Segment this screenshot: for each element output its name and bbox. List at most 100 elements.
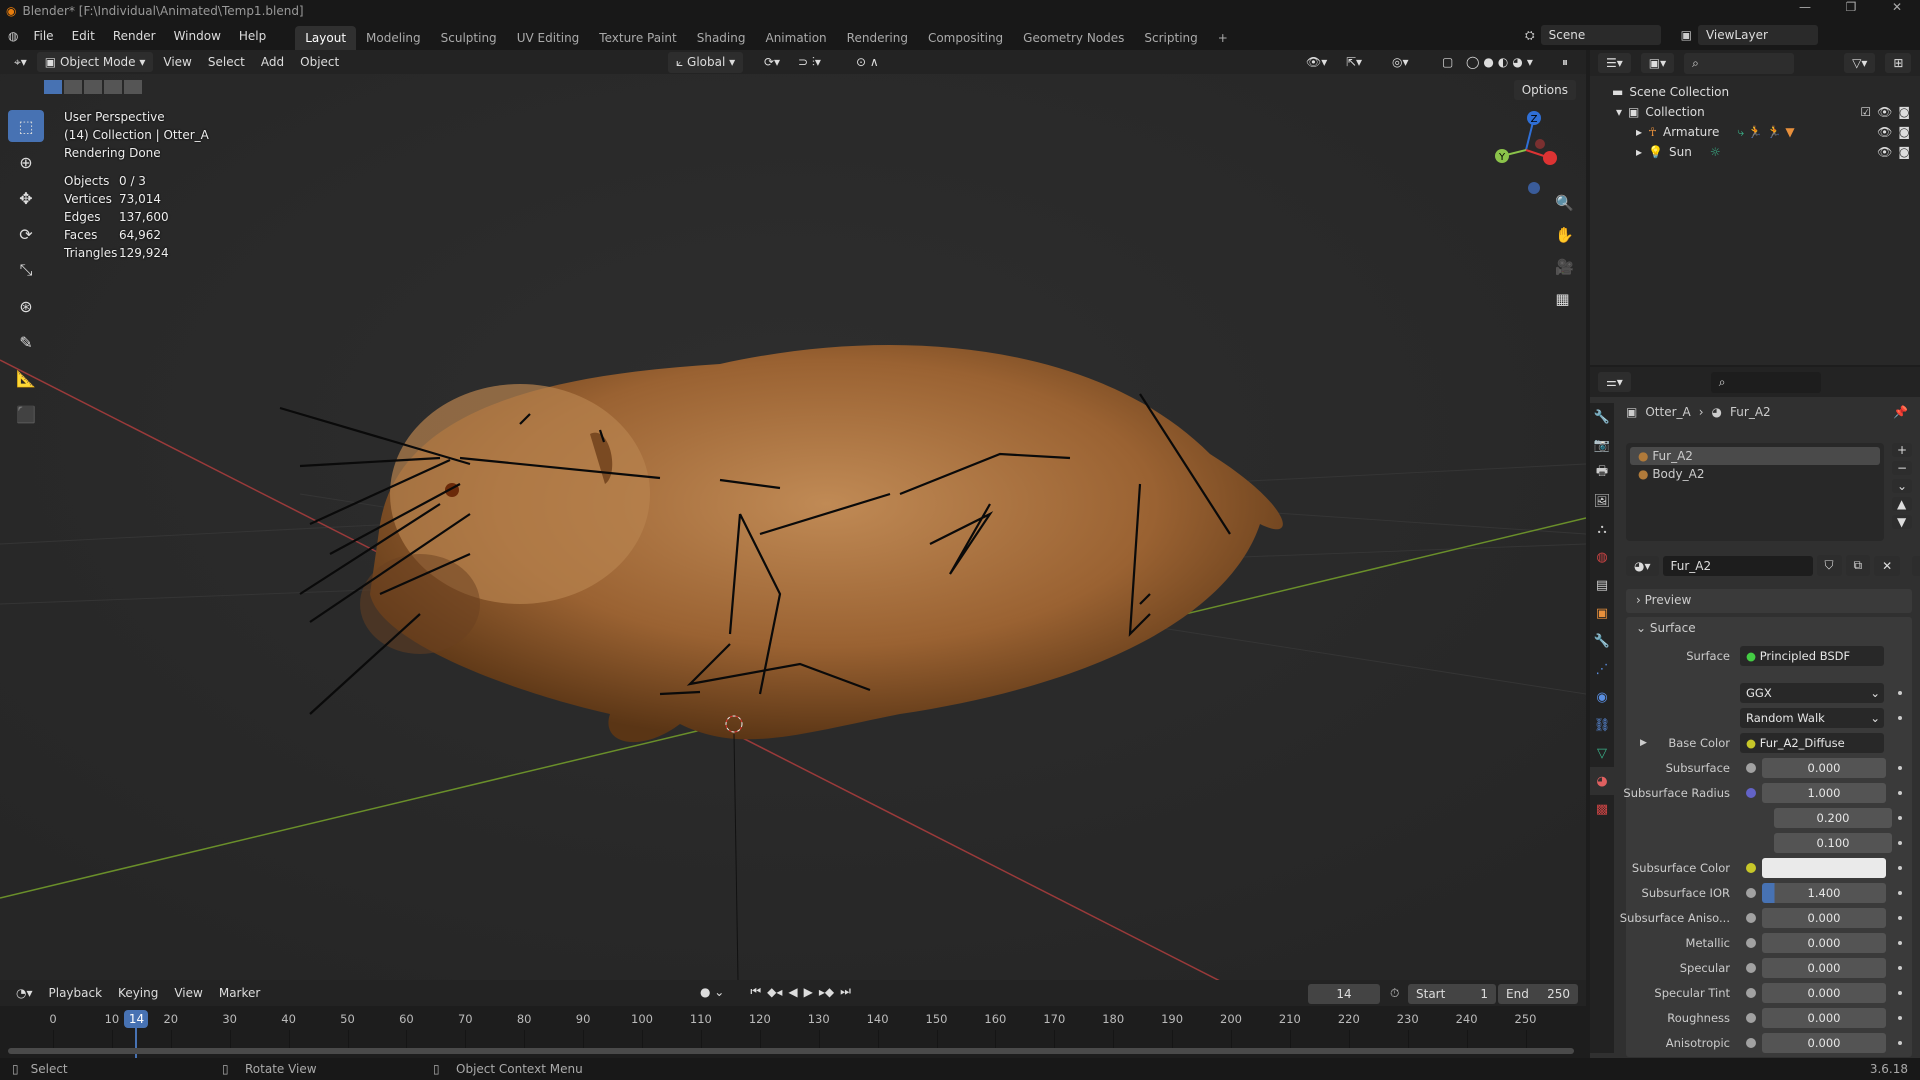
current-frame-field[interactable]: 14: [1308, 984, 1380, 1004]
property-value-field[interactable]: 0.000: [1762, 982, 1886, 1003]
render-tab[interactable]: 📷: [1590, 431, 1614, 459]
view-layer-icon[interactable]: ▣: [1681, 28, 1692, 42]
play-reverse-icon[interactable]: ◀: [788, 985, 797, 999]
outliner-search[interactable]: ⌕: [1684, 52, 1795, 74]
keyframe-dot[interactable]: [1898, 840, 1902, 845]
pause-render-icon[interactable]: ⏸: [1556, 52, 1574, 73]
property-value-field[interactable]: 0.100: [1774, 832, 1892, 853]
material-slot[interactable]: ● Body_A2: [1630, 465, 1880, 483]
menu-file[interactable]: File: [24, 29, 62, 43]
3d-viewport[interactable]: ⬚ ⊕ ✥ ⟳ ⤡ ⊛ ✎ 📐 ⬛ User Perspective (14) …: [0, 74, 1586, 980]
socket-icon[interactable]: [1746, 787, 1756, 798]
object-tab[interactable]: ▣: [1590, 599, 1614, 627]
tab-sculpting[interactable]: Sculpting: [431, 26, 507, 50]
add-slot-button[interactable]: +: [1892, 443, 1913, 457]
timeline-menu-playback[interactable]: Playback: [43, 983, 109, 1003]
view-menu[interactable]: View: [157, 52, 197, 72]
expand-icon[interactable]: ▾: [1616, 105, 1622, 119]
measure-tool[interactable]: 📐: [8, 362, 44, 394]
select-mode-buttons[interactable]: [44, 80, 142, 94]
gizmo-toggle-icon[interactable]: ⇱▾: [1340, 52, 1368, 72]
eye-icon[interactable]: 👁: [1877, 125, 1892, 139]
pivot-icon[interactable]: ⟳▾: [758, 52, 786, 72]
surface-panel-header[interactable]: ⌄ Surface: [1626, 617, 1912, 639]
property-value-field[interactable]: 0.200: [1774, 807, 1892, 828]
remove-slot-button[interactable]: −: [1892, 461, 1913, 475]
property-value-field[interactable]: 0.000: [1762, 957, 1886, 978]
keyframe-dot[interactable]: [1898, 965, 1902, 970]
maximize-button[interactable]: ❐: [1828, 0, 1874, 14]
xray-icon[interactable]: ▢: [1436, 52, 1459, 72]
unlink-material-button[interactable]: ✕: [1874, 555, 1901, 576]
base-color-field[interactable]: ● Fur_A2_Diffuse: [1740, 732, 1884, 753]
editor-type-icon[interactable]: ⚌▾: [1598, 372, 1631, 392]
outliner-armature[interactable]: ▸ ☥ Armature ⤷ 🏃 🏃 ▼ 👁 ◙: [1590, 122, 1920, 142]
orientation-selector[interactable]: ⟀ Global ▾: [668, 51, 744, 73]
socket-icon[interactable]: [1746, 887, 1756, 898]
browse-material-button[interactable]: ◕▾: [1626, 555, 1659, 576]
pin-icon[interactable]: 📌: [1893, 405, 1908, 419]
blender-menu-icon[interactable]: ◍: [8, 29, 18, 43]
play-icon[interactable]: ▶: [804, 985, 813, 999]
outliner-scene-collection[interactable]: ▬ Scene Collection: [1590, 82, 1920, 102]
minimize-button[interactable]: —: [1782, 0, 1828, 14]
property-value-field[interactable]: 1.000: [1762, 782, 1886, 803]
keyframe-dot[interactable]: [1898, 940, 1902, 945]
tab-layout[interactable]: Layout: [295, 26, 357, 50]
end-frame-field[interactable]: End 250: [1498, 984, 1578, 1004]
menu-help[interactable]: Help: [230, 29, 275, 43]
keyframe-dot[interactable]: [1898, 1040, 1902, 1045]
timeline-menu-keying[interactable]: Keying: [112, 983, 164, 1003]
options-dropdown[interactable]: Options: [1513, 80, 1576, 100]
tab-animation[interactable]: Animation: [755, 26, 836, 50]
socket-icon[interactable]: [1746, 862, 1756, 873]
subsurface-method-dropdown[interactable]: Random Walk ⌄: [1740, 707, 1884, 728]
scale-tool[interactable]: ⤡: [8, 254, 44, 286]
surface-shader-field[interactable]: ● Principled BSDF: [1740, 645, 1884, 666]
properties-search[interactable]: ⌕: [1710, 371, 1821, 393]
tab-uv-editing[interactable]: UV Editing: [507, 26, 590, 50]
timeline-menu-marker[interactable]: Marker: [213, 983, 266, 1003]
tab-scripting[interactable]: Scripting: [1134, 26, 1207, 50]
move-down-button[interactable]: ▼: [1892, 515, 1913, 529]
proportional-edit-icon[interactable]: ⊙ ∧: [850, 52, 885, 72]
property-value-field[interactable]: 0.000: [1762, 1032, 1886, 1053]
output-tab[interactable]: 🖶: [1590, 459, 1614, 487]
select-menu[interactable]: Select: [202, 52, 251, 72]
socket-icon[interactable]: [1746, 912, 1756, 923]
keyframe-dot[interactable]: [1898, 990, 1902, 995]
keyframe-dot[interactable]: [1898, 915, 1902, 920]
tab-compositing[interactable]: Compositing: [918, 26, 1013, 50]
material-slot[interactable]: ● Fur_A2: [1630, 447, 1880, 465]
move-up-button[interactable]: ▲: [1892, 497, 1913, 511]
expand-icon[interactable]: ▸: [1636, 125, 1642, 139]
view-layer-tab[interactable]: 🖼: [1590, 487, 1614, 515]
eye-icon[interactable]: 👁: [1877, 145, 1892, 159]
object-menu[interactable]: Object: [294, 52, 345, 72]
tab-rendering[interactable]: Rendering: [837, 26, 918, 50]
camera-icon[interactable]: ◙: [1898, 145, 1910, 159]
tab-shading[interactable]: Shading: [687, 26, 756, 50]
menu-edit[interactable]: Edit: [63, 29, 104, 43]
overlays-icon[interactable]: ◎▾: [1386, 52, 1415, 72]
keyframe-dot[interactable]: [1898, 790, 1902, 795]
playhead-frame[interactable]: 14: [124, 1010, 149, 1028]
checkbox-icon[interactable]: ☑: [1860, 105, 1871, 119]
close-button[interactable]: ✕: [1874, 0, 1920, 14]
scene-icon[interactable]: ⛭: [1525, 28, 1535, 43]
camera-icon[interactable]: ◙: [1898, 125, 1910, 139]
view-layer-selector[interactable]: ViewLayer: [1697, 25, 1818, 45]
add-menu[interactable]: Add: [255, 52, 290, 72]
select-box-tool[interactable]: ⬚: [8, 110, 44, 142]
prev-keyframe-icon[interactable]: ◆◂: [767, 985, 782, 999]
outliner-filter-mode[interactable]: ▣▾: [1640, 53, 1675, 73]
property-value-field[interactable]: 0.000: [1762, 757, 1886, 778]
tool-tab[interactable]: 🔧: [1590, 403, 1614, 431]
property-value-field[interactable]: 1.400: [1762, 882, 1886, 903]
next-keyframe-icon[interactable]: ▸◆: [819, 985, 834, 999]
rotate-tool[interactable]: ⟳: [8, 218, 44, 250]
socket-icon[interactable]: [1746, 962, 1756, 973]
keyframe-dot[interactable]: [1898, 765, 1902, 770]
editor-type-icon[interactable]: ⌖▾: [8, 52, 33, 73]
keyframe-dot[interactable]: [1898, 865, 1902, 870]
